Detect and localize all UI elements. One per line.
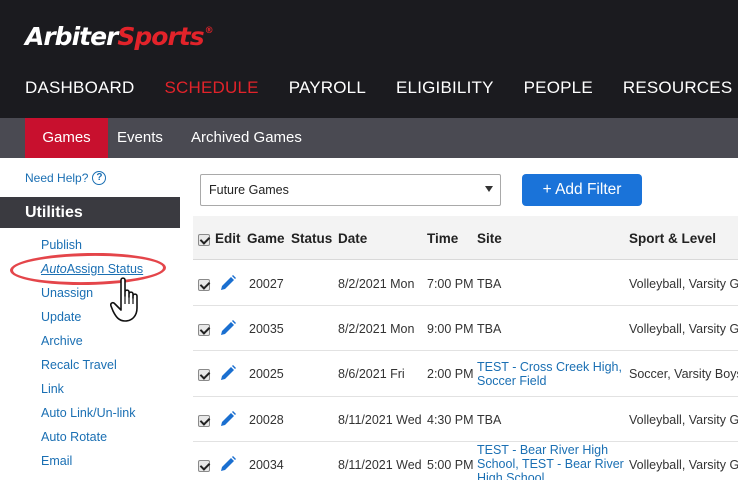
table-row: 20025 8/6/2021 Fri 2:00 PM TEST - Cross … (193, 351, 738, 397)
main-nav: DASHBOARD SCHEDULE PAYROLL ELIGIBILITY P… (25, 78, 738, 98)
logo-text-red: Sports (117, 22, 204, 51)
table-header: Edit Game Status Date Time Site Sport & … (193, 216, 738, 260)
row-checkbox[interactable] (198, 460, 210, 472)
utility-recalc-travel[interactable]: Recalc Travel (41, 358, 143, 382)
game-date: 8/11/2021 Wed (338, 413, 422, 427)
edit-pencil-icon[interactable] (219, 364, 237, 382)
nav-people[interactable]: PEOPLE (524, 78, 593, 98)
game-sport-level: Volleyball, Varsity Girls (629, 413, 738, 427)
table-row: 20028 8/11/2021 Wed 4:30 PM TBA Volleyba… (193, 397, 738, 442)
edit-pencil-icon[interactable] (219, 274, 237, 292)
table-row: 20035 8/2/2021 Mon 9:00 PM TBA Volleybal… (193, 306, 738, 351)
game-site-link[interactable]: TEST - Bear River High School, TEST - Be… (477, 443, 627, 480)
game-date: 8/2/2021 Mon (338, 277, 415, 291)
select-all-checkbox[interactable] (198, 234, 210, 246)
nav-schedule[interactable]: SCHEDULE (165, 78, 259, 98)
row-checkbox[interactable] (198, 279, 210, 291)
game-site: TBA (477, 277, 502, 291)
edit-pencil-icon[interactable] (219, 319, 237, 337)
utilities-heading: Utilities (0, 197, 180, 228)
row-checkbox[interactable] (198, 324, 210, 336)
game-time: 2:00 PM (427, 367, 474, 381)
utility-email[interactable]: Email (41, 454, 143, 478)
game-date: 8/2/2021 Mon (338, 322, 415, 336)
nav-eligibility[interactable]: ELIGIBILITY (396, 78, 494, 98)
header-status[interactable]: Status (291, 231, 332, 246)
game-sport-level: Volleyball, Varsity Girls (629, 322, 738, 336)
chevron-down-icon (485, 186, 493, 192)
top-header: Arbiter Sports ® DASHBOARD SCHEDULE PAYR… (0, 0, 738, 118)
game-filter-value: Future Games (209, 183, 289, 197)
need-help-link[interactable]: Need Help? ? (25, 171, 107, 185)
game-time: 9:00 PM (427, 322, 474, 336)
game-time: 7:00 PM (427, 277, 474, 291)
tab-events[interactable]: Events (117, 118, 163, 158)
game-number: 20028 (249, 413, 284, 427)
header-game[interactable]: Game (247, 231, 285, 246)
pointer-hand-icon (110, 277, 138, 322)
game-number: 20035 (249, 322, 284, 336)
edit-pencil-icon[interactable] (219, 455, 237, 473)
game-site: TBA (477, 322, 502, 336)
game-sport-level: Volleyball, Varsity Girls (629, 277, 738, 291)
game-date: 8/6/2021 Fri (338, 367, 405, 381)
table-row: 20027 8/2/2021 Mon 7:00 PM TBA Volleybal… (193, 261, 738, 306)
arbitersports-logo[interactable]: Arbiter Sports ® (25, 22, 214, 56)
utility-link[interactable]: Link (41, 382, 143, 406)
utility-auto-rotate[interactable]: Auto Rotate (41, 430, 143, 454)
logo-trademark: ® (204, 26, 214, 36)
header-site[interactable]: Site (477, 231, 502, 246)
question-circle-icon: ? (92, 171, 107, 185)
logo-text-white: Arbiter (25, 22, 118, 51)
sub-nav: Games Events Archived Games (0, 118, 738, 158)
header-sport-level[interactable]: Sport & Level (629, 231, 716, 246)
game-sport-level: Soccer, Varsity Boys (629, 367, 738, 381)
game-number: 20025 (249, 367, 284, 381)
game-site-link[interactable]: TEST - Cross Creek High, Soccer Field (477, 360, 627, 388)
utility-auto-link-unlink[interactable]: Auto Link/Un-link (41, 406, 143, 430)
game-filter-select[interactable]: Future Games (200, 174, 501, 206)
row-checkbox[interactable] (198, 415, 210, 427)
game-time: 5:00 PM (427, 458, 474, 472)
nav-dashboard[interactable]: DASHBOARD (25, 78, 135, 98)
game-time: 4:30 PM (427, 413, 474, 427)
game-number: 20034 (249, 458, 284, 472)
header-date[interactable]: Date (338, 231, 367, 246)
nav-resources[interactable]: RESOURCES (623, 78, 733, 98)
game-number: 20027 (249, 277, 284, 291)
need-help-label: Need Help? (25, 171, 89, 185)
add-filter-button[interactable]: + Add Filter (522, 174, 642, 206)
arbiter-app: Arbiter Sports ® DASHBOARD SCHEDULE PAYR… (0, 0, 738, 480)
tab-archived-games[interactable]: Archived Games (191, 118, 302, 158)
games-table: Edit Game Status Date Time Site Sport & … (193, 216, 738, 480)
game-date: 8/11/2021 Wed (338, 458, 422, 472)
edit-pencil-icon[interactable] (219, 410, 237, 428)
table-row: 20034 8/11/2021 Wed 5:00 PM TEST - Bear … (193, 442, 738, 480)
game-sport-level: Volleyball, Varsity Girls (629, 458, 738, 472)
utility-archive[interactable]: Archive (41, 334, 143, 358)
nav-payroll[interactable]: PAYROLL (289, 78, 366, 98)
header-edit: Edit (215, 231, 241, 246)
row-checkbox[interactable] (198, 369, 210, 381)
game-site: TBA (477, 413, 502, 427)
header-time[interactable]: Time (427, 231, 458, 246)
tab-games[interactable]: Games (25, 118, 108, 158)
